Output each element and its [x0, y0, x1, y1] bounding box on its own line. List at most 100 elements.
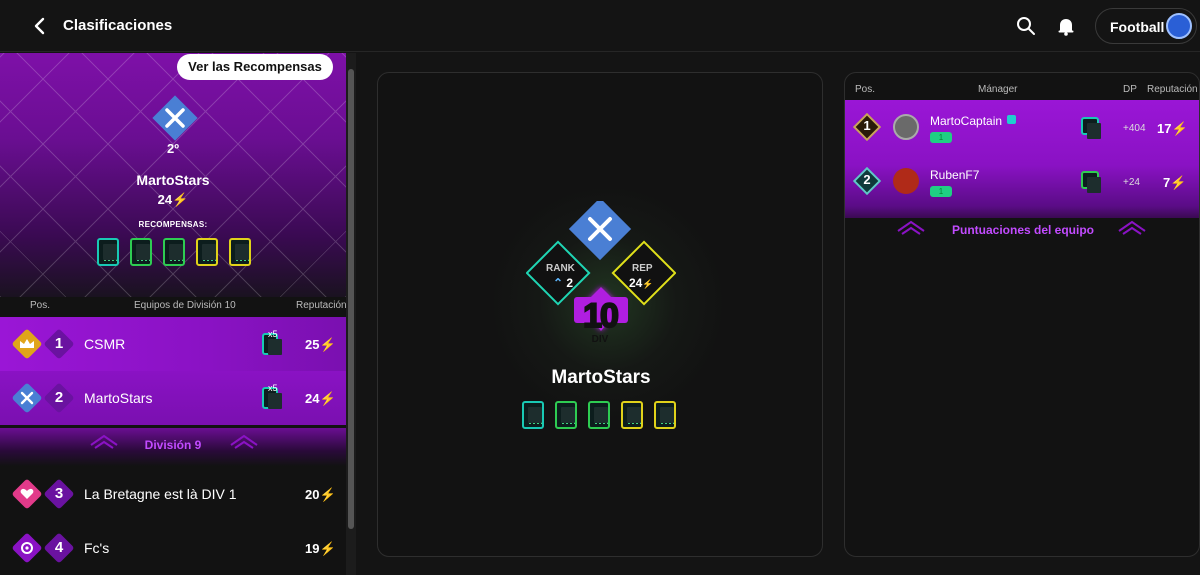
rank-value: 2 [566, 276, 574, 290]
card-icon [1081, 117, 1101, 139]
division-abbr: DIV [591, 334, 609, 345]
sport-selector-button[interactable]: Football [1095, 8, 1197, 44]
user-team-hero: Ver las Recompensas 2º MartoStars 24⚡ RE… [0, 53, 346, 297]
team-reputation: 20⚡ [305, 487, 336, 503]
reward-card[interactable] [196, 238, 218, 266]
level-badge: 1 [930, 186, 952, 197]
view-rewards-button[interactable]: Ver las Recompensas [177, 54, 333, 80]
bolt-icon: ⚡ [319, 541, 336, 556]
reward-card[interactable] [621, 401, 643, 429]
bolt-icon: ⚡ [1171, 121, 1188, 136]
rep-value: 17 [1157, 121, 1172, 136]
team-reputation: 25⚡ [305, 337, 336, 353]
col-header-pos: Pos. [855, 84, 876, 95]
hero-reward-cards [97, 238, 251, 266]
table-row[interactable]: 2 MartoStars x5 24⚡ [0, 371, 346, 425]
division-separator: División 9 [0, 428, 346, 466]
center-team-name: MartoStars [551, 367, 651, 388]
manager-name: RubenF7 [930, 168, 980, 182]
chevron-up-icon [1118, 220, 1146, 235]
col-header-teams: Equipos de División 10 [134, 300, 236, 311]
rep-value: 24 [305, 391, 320, 406]
hero-rep-value: 24 [157, 192, 173, 207]
hero-team-name: MartoStars [136, 172, 210, 188]
position-number: 2 [54, 389, 64, 406]
reward-card[interactable] [163, 238, 185, 266]
team-reputation: 24⚡ [305, 391, 336, 407]
reward-card[interactable] [588, 401, 610, 429]
team-name: Fc's [84, 540, 110, 556]
avatar[interactable] [1166, 13, 1192, 39]
division-label: División 9 [144, 438, 202, 452]
dp-value: +404 [1123, 123, 1146, 134]
scrollbar[interactable] [346, 53, 356, 575]
col-header-manager: Mánager [978, 84, 1018, 95]
position-number: 1 [54, 335, 64, 352]
division-panel: Ver las Recompensas 2º MartoStars 24⚡ RE… [0, 53, 346, 575]
reward-card[interactable] [229, 238, 251, 266]
manager-rows: 1 MartoCaptain 1 +404 17⚡ 2 RubenF7 1 +2… [845, 100, 1199, 218]
rank-label: RANK [546, 263, 575, 274]
manager-reputation: 7⚡ [1163, 175, 1186, 191]
bolt-icon: ⚡ [642, 279, 654, 289]
multiplier-label: x5 [268, 329, 278, 339]
bolt-icon: ⚡ [172, 192, 189, 207]
rep-label: REP [632, 263, 653, 274]
col-header-dp: DP [1123, 84, 1137, 95]
bolt-icon: ⚡ [319, 487, 336, 502]
rank-value-wrap: ⌃ 2 [553, 276, 573, 290]
position-number: 2 [863, 172, 871, 187]
rep-value: 19 [305, 541, 320, 556]
position-number: 4 [54, 539, 64, 556]
avatar [893, 168, 919, 194]
hero-rank: 2º [167, 141, 179, 156]
swords-badge-icon [149, 92, 201, 144]
back-arrow-icon[interactable] [30, 15, 50, 37]
search-icon[interactable] [1015, 15, 1037, 37]
manager-reputation: 17⚡ [1157, 121, 1188, 137]
team-name: MartoStars [84, 390, 153, 406]
level-badge: 1 [930, 132, 952, 143]
division-number: 10 [582, 296, 620, 336]
table-row[interactable]: 3 La Bretagne est là DIV 1 20⚡ [0, 467, 346, 521]
sport-label: Football [1110, 19, 1165, 35]
scrollbar-thumb[interactable] [348, 69, 354, 529]
page-title: Clasificaciones [63, 17, 173, 34]
team-name: La Bretagne est là DIV 1 [84, 486, 237, 502]
col-header-rep: Reputación [296, 300, 346, 311]
reward-card[interactable] [130, 238, 152, 266]
chevron-up-icon: ⌃ [553, 276, 564, 290]
team-reputation: 19⚡ [305, 541, 336, 557]
hero-reputation: 24⚡ [0, 192, 346, 208]
manager-row[interactable]: 2 RubenF7 1 +24 7⚡ [845, 154, 1199, 210]
bolt-icon: ⚡ [319, 391, 336, 406]
manager-ranking-panel: Pos. Mánager DP Reputación 1 MartoCaptai… [844, 72, 1200, 557]
card-icon [1081, 171, 1101, 193]
reward-card[interactable] [522, 401, 544, 429]
rep-value-wrap: 24⚡ [629, 276, 654, 290]
position-number: 1 [863, 118, 871, 133]
center-reward-cards [522, 401, 676, 429]
col-header-rep: Reputación [1147, 84, 1198, 95]
verified-icon [1007, 115, 1016, 124]
dp-value: +24 [1123, 177, 1140, 188]
bell-icon[interactable] [1055, 15, 1077, 37]
team-name: CSMR [84, 336, 126, 352]
manager-name: MartoCaptain [930, 114, 1003, 128]
manager-row[interactable]: 1 MartoCaptain 1 +404 17⚡ [845, 100, 1199, 156]
avatar [893, 114, 919, 140]
reward-card[interactable] [97, 238, 119, 266]
reward-card[interactable] [654, 401, 676, 429]
table-row[interactable]: 1 CSMR x5 25⚡ [0, 317, 346, 371]
rep-value: 20 [305, 487, 320, 502]
table-row[interactable]: 4 Fc's 19⚡ [0, 521, 346, 575]
chevron-up-icon [230, 434, 258, 449]
reward-card[interactable] [555, 401, 577, 429]
bolt-icon: ⚡ [319, 337, 336, 352]
top-bar: Clasificaciones Football [0, 0, 1200, 52]
multiplier-label: x5 [268, 383, 278, 393]
rewards-label: RECOMPENSAS: [138, 220, 208, 229]
bolt-icon: ⚡ [1170, 175, 1187, 190]
position-number: 3 [54, 485, 64, 502]
rep-value: 24 [629, 276, 643, 290]
